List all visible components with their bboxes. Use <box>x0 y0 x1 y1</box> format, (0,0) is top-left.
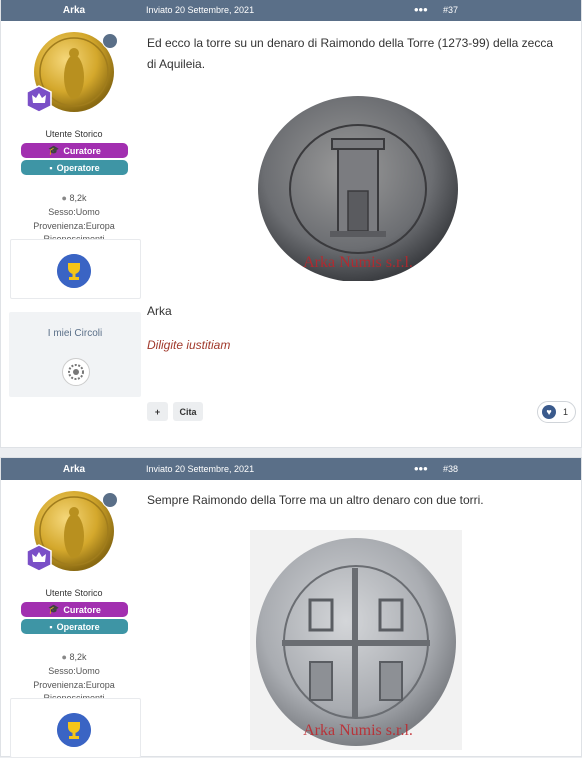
watermark: Arka Numis s.r.l. <box>303 254 413 271</box>
author-name[interactable]: Arka <box>1 5 147 16</box>
signature-motto: Diligite iustitiam <box>147 338 231 352</box>
user-provenienza: Provenienza:Europa <box>33 221 115 231</box>
speech-bubble-icon: ● <box>61 652 67 662</box>
operator-label: Operatore <box>56 621 100 632</box>
user-title: Utente Storico <box>45 588 103 598</box>
post-date[interactable]: Inviato 20 Settembre, 2021 <box>146 464 254 474</box>
achievements-box <box>10 239 141 299</box>
reputation-value: 8,2k <box>69 652 87 662</box>
reputation-count: ● 8,2k <box>1 193 147 203</box>
like-count: 1 <box>563 407 569 417</box>
post-header: Arka Inviato 20 Settembre, 2021 ••• #38 <box>1 458 581 480</box>
moderator-shield-icon <box>102 33 118 49</box>
circle-logo-icon[interactable] <box>62 358 90 386</box>
circles-label[interactable]: I miei Circoli <box>9 328 141 339</box>
user-provenienza: Provenienza:Europa <box>33 680 115 690</box>
post-number[interactable]: #37 <box>443 5 458 15</box>
user-title: Utente Storico <box>45 129 103 139</box>
briefcase-icon: ▪ <box>49 162 53 173</box>
trophy-icon[interactable] <box>57 713 91 747</box>
user-sesso: Sesso:Uomo <box>48 666 100 676</box>
rank-crown-icon <box>26 85 52 113</box>
add-button[interactable]: + <box>147 402 168 421</box>
watermark: Arka Numis s.r.l. <box>303 722 413 739</box>
speech-bubble-icon: ● <box>61 193 67 203</box>
moderator-shield-icon <box>102 492 118 508</box>
achievements-box <box>10 698 141 758</box>
author-name[interactable]: Arka <box>1 464 147 475</box>
operator-label: Operatore <box>56 162 100 173</box>
quote-button[interactable]: Cita <box>173 402 203 421</box>
heart-icon[interactable]: ♥ <box>542 405 556 419</box>
curator-label: Curatore <box>63 604 101 615</box>
user-sesso: Sesso:Uomo <box>48 207 100 217</box>
post-header: Arka Inviato 20 Settembre, 2021 ••• #37 <box>1 0 581 21</box>
operator-badge[interactable]: ▪ Operatore <box>21 619 128 634</box>
graduation-cap-icon: 🎓 <box>48 604 60 614</box>
reputation-count: ● 8,2k <box>1 652 147 662</box>
post-number[interactable]: #38 <box>443 464 458 474</box>
briefcase-icon: ▪ <box>49 621 53 632</box>
rank-crown-icon <box>26 544 52 572</box>
post-body: Sempre Raimondo della Torre ma un altro … <box>147 493 484 507</box>
coin-image[interactable]: Arka Numis s.r.l. <box>250 91 462 281</box>
operator-badge[interactable]: ▪ Operatore <box>21 160 128 175</box>
signature-name: Arka <box>147 304 172 318</box>
curator-badge[interactable]: 🎓 Curatore <box>21 143 128 158</box>
coin-image[interactable]: Arka Numis s.r.l. <box>250 530 462 750</box>
curator-badge[interactable]: 🎓 Curatore <box>21 602 128 617</box>
post-body: Ed ecco la torre su un denaro di Raimond… <box>147 36 554 71</box>
reputation-value: 8,2k <box>69 193 87 203</box>
ellipsis-icon[interactable]: ••• <box>414 3 428 16</box>
graduation-cap-icon: 🎓 <box>48 145 60 155</box>
forum-post: Arka Inviato 20 Settembre, 2021 ••• #37 … <box>0 0 582 448</box>
forum-post: Arka Inviato 20 Settembre, 2021 ••• #38 … <box>0 457 582 758</box>
like-counter[interactable]: ♥ 1 <box>537 401 576 423</box>
ellipsis-icon[interactable]: ••• <box>414 462 428 475</box>
trophy-icon[interactable] <box>57 254 91 288</box>
circles-box: I miei Circoli <box>9 312 141 397</box>
post-date[interactable]: Inviato 20 Settembre, 2021 <box>146 5 254 15</box>
curator-label: Curatore <box>63 145 101 156</box>
